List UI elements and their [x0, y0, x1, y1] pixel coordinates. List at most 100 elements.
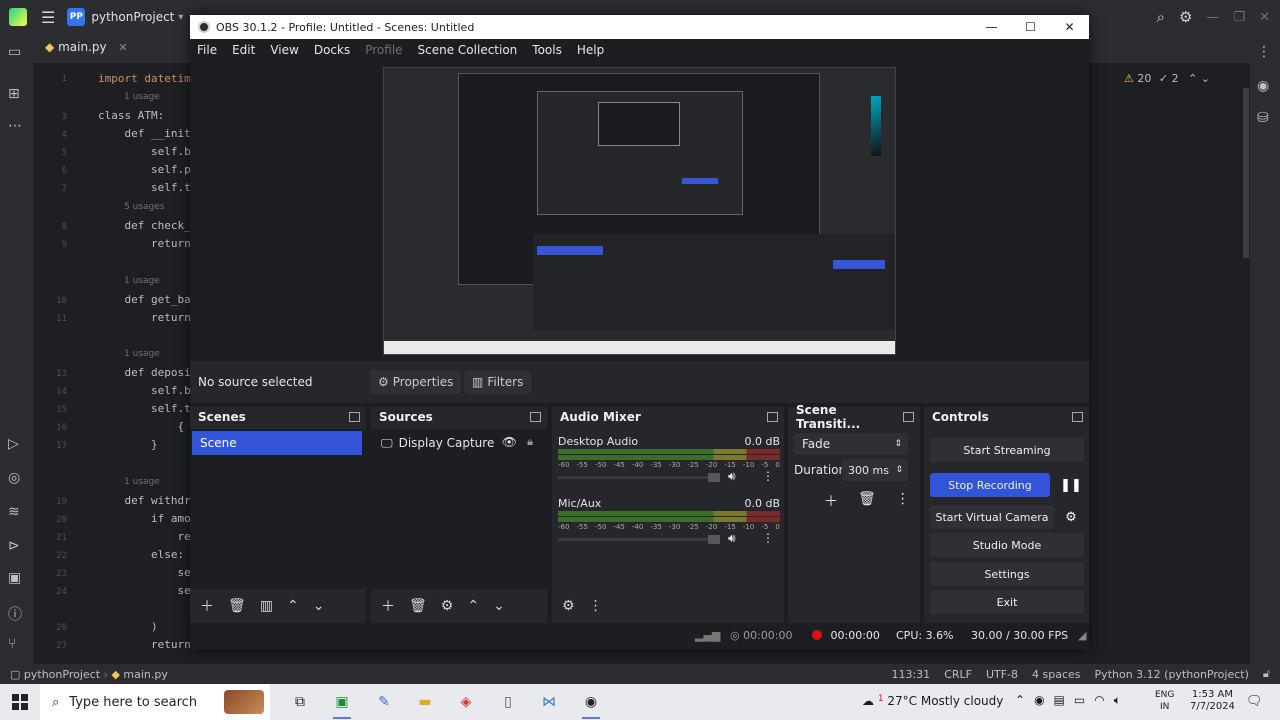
volume-slider[interactable] [558, 538, 718, 541]
usage-hint[interactable]: 1 usage [124, 92, 160, 102]
menu-scene-collection[interactable]: Scene Collection [418, 43, 518, 57]
search-everywhere-icon[interactable]: ⌕ [1157, 8, 1165, 26]
usage-hint[interactable]: 5 usages [124, 202, 164, 212]
weather-widget[interactable]: ☁ 1 27°C Mostly cloudy [862, 694, 1003, 708]
chevron-up-icon[interactable]: ⌃ [1188, 72, 1197, 85]
problems-icon[interactable]: ⓘ [8, 604, 22, 624]
pycharm-app-icon[interactable]: ▣ [329, 690, 355, 719]
menu-view[interactable]: View [270, 43, 298, 57]
minimize-icon[interactable]: — [972, 15, 1011, 39]
usage-hint[interactable]: 1 usage [124, 349, 160, 359]
trash-icon[interactable]: 🗑︎ [409, 598, 427, 614]
file-encoding[interactable]: UTF-8 [986, 668, 1018, 681]
tray-battery-icon[interactable]: ▭ [1074, 693, 1085, 708]
add-icon[interactable]: ＋ [381, 596, 395, 616]
layers-icon[interactable]: ≋ [8, 504, 20, 520]
python-console-icon[interactable]: ◎ [8, 470, 20, 486]
chevron-down-icon[interactable]: ▾ [178, 12, 183, 23]
volume-slider[interactable] [558, 476, 718, 479]
caret-position[interactable]: 113:31 [891, 668, 930, 681]
undock-icon[interactable] [1072, 412, 1083, 422]
lock-icon[interactable]: 🔒︎ [527, 435, 533, 449]
undock-icon[interactable] [903, 412, 914, 422]
tray-app-icon[interactable]: ▤ [1054, 693, 1065, 708]
more-icon[interactable]: ⋯ [8, 118, 22, 134]
breadcrumb-file[interactable]: main.py [123, 668, 167, 681]
filter-icon[interactable]: ▥ [260, 598, 273, 614]
database-icon[interactable]: ⛁ [1257, 110, 1269, 126]
stop-recording-button[interactable]: Stop Recording [930, 473, 1050, 497]
chevron-down-icon[interactable]: ⌄ [1201, 72, 1210, 85]
scenes-list[interactable]: Scene [190, 429, 366, 589]
filters-button[interactable]: ▥ Filters [464, 370, 532, 394]
volume-slider-handle[interactable] [708, 535, 720, 544]
visibility-eye-icon[interactable]: 👁︎ [502, 435, 517, 449]
scene-item[interactable]: Scene [192, 431, 362, 455]
add-icon[interactable]: ＋ [824, 491, 838, 511]
inspection-widget[interactable]: ⚠ 20 ✓ 2 ⌃ ⌄ [1124, 72, 1210, 85]
arrow-down-icon[interactable]: ⌄ [313, 598, 325, 614]
menu-profile[interactable]: Profile [365, 43, 402, 57]
folder-icon[interactable]: ▭ [8, 44, 21, 60]
more-vertical-icon[interactable]: ⋮ [762, 531, 774, 545]
main-menu-icon[interactable]: ☰ [41, 8, 55, 27]
python-app-icon[interactable]: ✎ [371, 690, 397, 714]
breadcrumb-project[interactable]: pythonProject [24, 668, 100, 681]
breadcrumb[interactable]: ▢ pythonProject › ◆ main.py [10, 668, 168, 681]
arrow-up-icon[interactable]: ⌃ [467, 598, 479, 614]
maximize-icon[interactable]: ☐ [1011, 15, 1050, 39]
line-separator[interactable]: CRLF [944, 668, 972, 681]
exit-button[interactable]: Exit [930, 590, 1084, 614]
indent-setting[interactable]: 4 spaces [1032, 668, 1081, 681]
close-icon[interactable]: ✕ [1259, 10, 1270, 25]
notification-center-icon[interactable]: 🗨︎ [1246, 694, 1263, 709]
add-icon[interactable]: ＋ [200, 596, 214, 616]
windows-start-icon[interactable] [12, 694, 28, 710]
python-interpreter[interactable]: Python 3.12 (pythonProject) [1095, 668, 1249, 681]
run-icon[interactable]: ▷ [8, 436, 19, 452]
menu-file[interactable]: File [197, 43, 217, 57]
source-item[interactable]: 🖵︎ Display Capture [371, 431, 547, 455]
taskbar-search[interactable]: ⌕ Type here to search [40, 684, 270, 720]
tray-wifi-icon[interactable]: ◠ [1094, 693, 1104, 708]
spin-arrows-icon[interactable]: ⇕ [895, 465, 903, 475]
transition-select[interactable]: Fade ⇕ [794, 433, 908, 455]
minimize-icon[interactable]: — [1206, 10, 1219, 25]
settings-gear-icon[interactable]: ⚙ [1179, 8, 1192, 26]
lock-icon[interactable]: 🔓︎ [1263, 667, 1270, 681]
tray-recording-icon[interactable]: ◉ [1034, 693, 1044, 708]
notepad-app-icon[interactable]: ▯ [495, 690, 521, 714]
tray-volume-icon[interactable]: 🔈︎ [1114, 693, 1121, 708]
project-switcher[interactable]: pythonProject [91, 10, 174, 24]
start-streaming-button[interactable]: Start Streaming [930, 438, 1084, 462]
arrow-up-icon[interactable]: ⌃ [287, 598, 299, 614]
terminal-icon[interactable]: ▣ [8, 570, 21, 586]
language-indicator[interactable]: ENG IN [1155, 689, 1174, 713]
trash-icon[interactable]: 🗑︎ [228, 598, 246, 614]
menu-edit[interactable]: Edit [232, 43, 255, 57]
menu-tools[interactable]: Tools [532, 43, 562, 57]
obs-app-icon[interactable]: ◉ [578, 690, 604, 719]
restore-icon[interactable]: ❐ [1233, 10, 1245, 25]
menu-docks[interactable]: Docks [314, 43, 350, 57]
preview-canvas[interactable] [383, 67, 896, 355]
start-virtual-camera-button[interactable]: Start Virtual Camera [930, 505, 1054, 529]
sources-list[interactable]: 🖵︎ Display Capture 👁︎ 🔒︎ [371, 429, 547, 589]
close-tab-icon[interactable]: ✕ [118, 41, 127, 54]
gear-icon[interactable]: ⚙ [441, 598, 454, 614]
speaker-icon[interactable]: 🔊︎ [728, 531, 736, 546]
properties-button[interactable]: ⚙ Properties [370, 370, 462, 394]
resize-grip-icon[interactable]: ◢ [1078, 629, 1086, 642]
gear-icon[interactable]: ⚙ [1058, 505, 1084, 529]
editor-scrollbar[interactable] [1243, 88, 1249, 258]
arrow-down-icon[interactable]: ⌄ [493, 598, 505, 614]
undock-icon[interactable] [767, 412, 778, 422]
more-vertical-icon[interactable]: ⋮ [589, 598, 603, 614]
tray-chevron-icon[interactable]: ⌃ [1015, 693, 1025, 708]
clock[interactable]: 1:53 AM 7/7/2024 [1190, 689, 1235, 713]
advanced-audio-gear-icon[interactable]: ⚙ [562, 598, 575, 614]
file-explorer-icon[interactable]: ▬ [412, 690, 438, 714]
browser-app-icon[interactable]: ◈ [453, 690, 479, 714]
more-vertical-icon[interactable]: ⋮ [762, 469, 774, 483]
undock-icon[interactable] [349, 412, 360, 422]
